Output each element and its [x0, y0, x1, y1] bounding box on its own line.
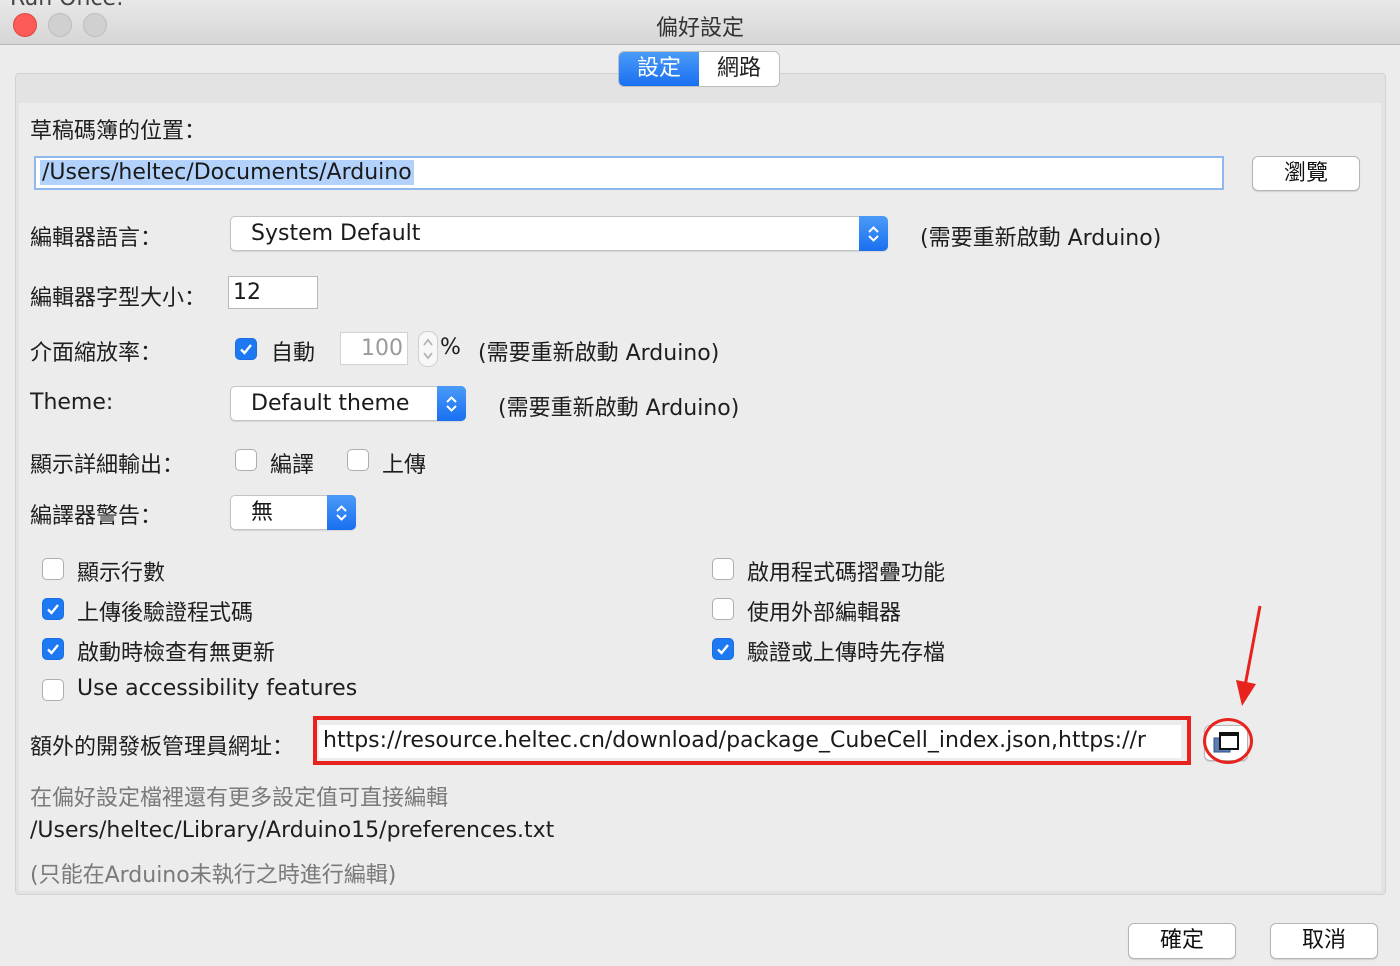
accessibility-checkbox[interactable]	[42, 679, 64, 701]
stepper-arrows-icon	[423, 338, 433, 360]
sketchbook-path-input[interactable]: /Users/heltec/Documents/Arduino	[34, 156, 1224, 190]
compiler-warnings-label: 編譯器警告：	[30, 504, 163, 529]
verbose-compile-label: 編譯	[270, 453, 315, 478]
compiler-warnings-value: 無	[251, 500, 274, 525]
chevron-updown-icon	[437, 386, 466, 421]
verbose-upload-checkbox[interactable]	[347, 449, 369, 471]
window-title: 偏好設定	[655, 16, 744, 41]
sketchbook-path-text: /Users/heltec/Documents/Arduino	[40, 160, 414, 185]
sketchbook-location-label: 草稿碼簿的位置：	[30, 119, 207, 144]
editor-language-select[interactable]: System Default	[230, 216, 888, 251]
more-prefs-note: 在偏好設定檔裡還有更多設定值可直接編輯	[30, 786, 449, 811]
scale-value-input[interactable]: 100	[340, 332, 408, 365]
cancel-button[interactable]: 取消	[1270, 923, 1378, 959]
check-updates-label: 啟動時檢查有無更新	[77, 641, 276, 666]
theme-label: Theme:	[30, 390, 114, 415]
chevron-updown-icon	[327, 495, 356, 530]
edit-when-closed-note: (只能在Arduino未執行之時進行編輯)	[30, 863, 397, 888]
browse-button[interactable]: 瀏覽	[1252, 156, 1360, 191]
verbose-upload-label: 上傳	[382, 453, 427, 478]
scale-auto-checkbox[interactable]	[235, 338, 257, 360]
code-folding-checkbox[interactable]	[712, 558, 734, 580]
code-folding-label: 啟用程式碼摺疊功能	[747, 561, 946, 586]
restart-note-language: (需要重新啟動 Arduino)	[920, 226, 1162, 251]
checkmark-icon	[717, 644, 729, 655]
restart-note-theme: (需要重新啟動 Arduino)	[498, 396, 740, 421]
checkmark-icon	[240, 344, 252, 355]
check-updates-checkbox[interactable]	[42, 638, 64, 660]
verbose-compile-checkbox[interactable]	[235, 449, 257, 471]
verify-after-upload-label: 上傳後驗證程式碼	[77, 601, 254, 626]
accessibility-label: Use accessibility features	[77, 676, 358, 701]
chevron-updown-icon	[859, 216, 888, 251]
save-before-verify-label: 驗證或上傳時先存檔	[747, 641, 946, 666]
annotation-red-circle	[1203, 718, 1253, 764]
interface-scale-label: 介面縮放率：	[30, 341, 163, 366]
show-line-numbers-checkbox[interactable]	[42, 558, 64, 580]
scale-stepper[interactable]	[418, 331, 438, 367]
editor-language-value: System Default	[251, 221, 421, 246]
external-editor-label: 使用外部編輯器	[747, 601, 902, 626]
scale-auto-label: 自動	[271, 341, 316, 366]
checkmark-icon	[47, 644, 59, 655]
theme-select[interactable]: Default theme	[230, 386, 466, 421]
editor-language-label: 編輯器語言：	[30, 226, 163, 251]
tab-bar: 設定 網路	[618, 51, 780, 87]
verify-after-upload-checkbox[interactable]	[42, 598, 64, 620]
font-size-input[interactable]: 12	[228, 276, 318, 309]
theme-value: Default theme	[251, 391, 410, 416]
restart-note-scale: (需要重新啟動 Arduino)	[478, 341, 720, 366]
verbose-output-label: 顯示詳細輸出：	[30, 453, 185, 478]
boards-url-input[interactable]: https://resource.heltec.cn/download/pack…	[319, 725, 1181, 758]
prefs-file-path: /Users/heltec/Library/Arduino15/preferen…	[30, 818, 555, 843]
show-line-numbers-label: 顯示行數	[77, 561, 166, 586]
tab-network[interactable]: 網路	[699, 52, 779, 86]
annotation-arrow-icon	[1236, 605, 1262, 706]
compiler-warnings-select[interactable]: 無	[230, 495, 356, 530]
font-size-label: 編輯器字型大小：	[30, 286, 207, 311]
checkmark-icon	[47, 604, 59, 615]
external-editor-checkbox[interactable]	[712, 598, 734, 620]
tab-settings[interactable]: 設定	[619, 52, 699, 86]
boards-url-label: 額外的開發板管理員網址：	[30, 735, 295, 760]
save-before-verify-checkbox[interactable]	[712, 638, 734, 660]
ok-button[interactable]: 確定	[1128, 923, 1236, 959]
scale-unit: %	[440, 335, 461, 360]
